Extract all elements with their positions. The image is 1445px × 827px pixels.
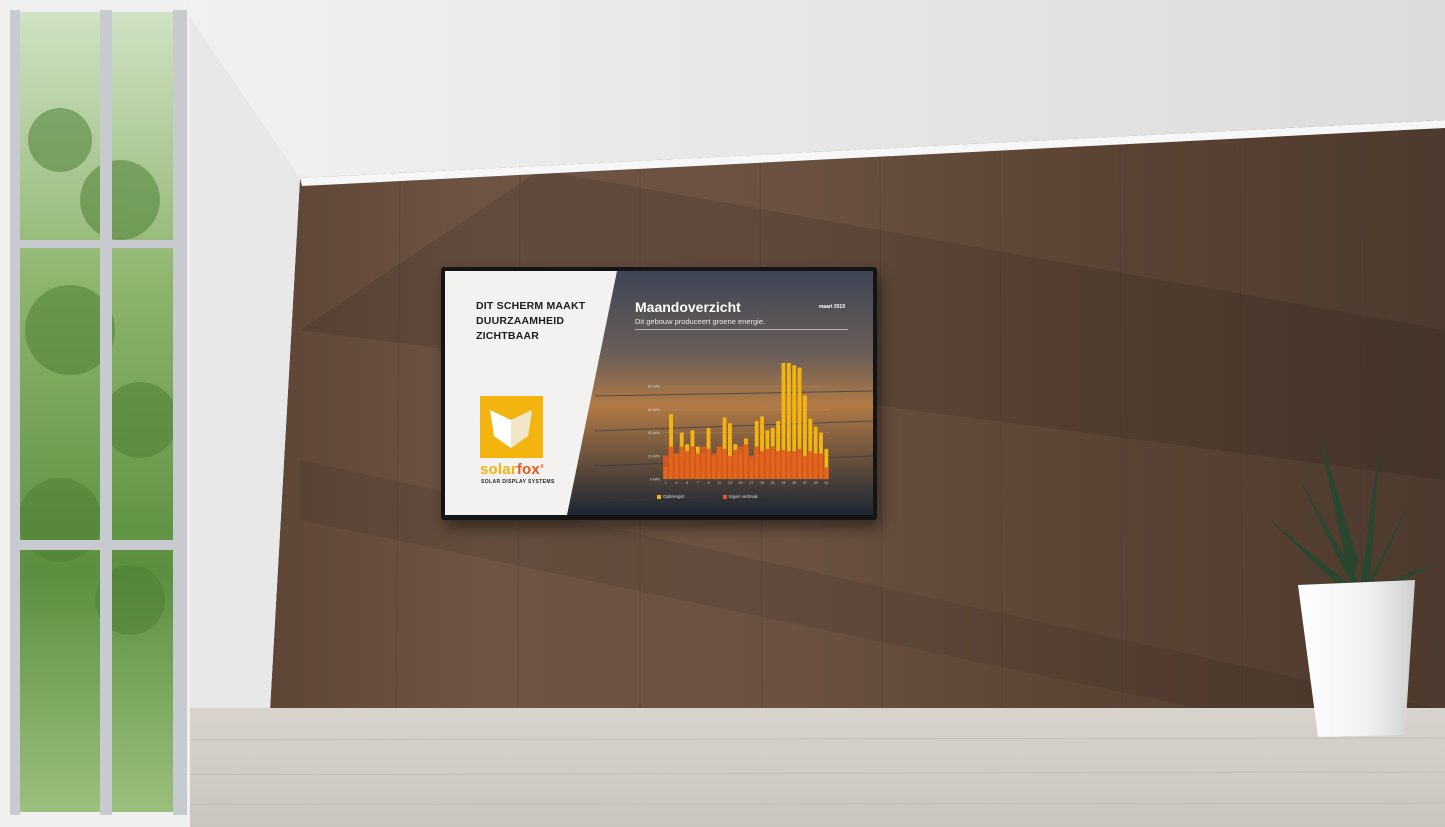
x-tick-label: 5 (686, 481, 688, 485)
bar-consumption (759, 451, 765, 479)
bar-consumption (679, 446, 685, 479)
x-tick-label: 31 (824, 481, 828, 485)
bar-consumption (721, 448, 728, 479)
bar-consumption (684, 451, 690, 479)
x-tick-label: 11 (717, 481, 721, 485)
bar-consumption (700, 446, 706, 479)
x-tick-label: 17 (749, 481, 753, 485)
legend-item-consumption: Eigen verbruik (723, 494, 758, 499)
bar-consumption (743, 444, 749, 479)
bar-consumption (764, 448, 771, 479)
bar-consumption (689, 446, 696, 479)
legend-label-consumption: Eigen verbruik (729, 494, 758, 499)
x-tick-label: 21 (771, 481, 775, 485)
x-tick-label: 25 (792, 481, 796, 485)
x-tick-label: 1 (665, 481, 667, 485)
x-tick-label: 9 (708, 481, 710, 485)
y-tick-label: 0 kWh (650, 478, 660, 482)
bar-consumption (812, 453, 819, 479)
x-tick-label: 15 (739, 481, 743, 485)
bar-consumption (754, 446, 760, 479)
bar-consumption (668, 446, 674, 479)
y-tick-label: 60 kWh (648, 408, 660, 412)
bar-consumption (705, 448, 712, 479)
legend-swatch-production (657, 494, 661, 499)
x-tick-label: 3 (675, 481, 677, 485)
bar-consumption (796, 448, 803, 479)
bar-consumption (802, 455, 808, 479)
bar-consumption (663, 455, 669, 479)
bar-consumption (732, 450, 738, 479)
bar-consumption (775, 451, 781, 479)
bar-consumption (780, 450, 787, 479)
bar-consumption (695, 453, 701, 479)
y-tick-label: 20 kWh (648, 454, 660, 458)
bar-consumption (791, 451, 797, 479)
bar-consumption (823, 467, 829, 479)
legend-item-production: Opbrengst (657, 494, 684, 499)
x-tick-label: 13 (728, 481, 732, 485)
bar-consumption (807, 451, 813, 479)
display-content: DIT SCHERM MAAKT DUURZAAMHEID ZICHTBAAR … (445, 271, 873, 515)
legend-swatch-consumption (723, 494, 727, 499)
x-tick-label: 29 (814, 481, 818, 485)
bar-consumption (711, 453, 717, 479)
bar-consumption (716, 446, 722, 479)
x-tick-label: 23 (782, 481, 786, 485)
bar-consumption (786, 451, 792, 479)
y-tick-label: 80 kWh (648, 385, 660, 389)
bar-consumption (818, 453, 824, 479)
y-tick-label: 40 kWh (648, 431, 660, 435)
x-tick-label: 7 (697, 481, 699, 485)
display-screen: DIT SCHERM MAAKT DUURZAAMHEID ZICHTBAAR … (441, 267, 877, 520)
bar-consumption (727, 455, 733, 479)
bar-consumption (748, 455, 755, 479)
x-tick-label: 27 (803, 481, 807, 485)
legend-label-production: Opbrengst (663, 494, 685, 499)
monthly-bar-chart: 0 kWh20 kWh40 kWh60 kWh80 kWh1 3 5 7 9 11 13 15… (648, 363, 829, 485)
bar-consumption (770, 446, 776, 479)
x-tick-label: 19 (760, 481, 764, 485)
bar-consumption (673, 453, 680, 479)
bar-consumption (737, 446, 744, 479)
